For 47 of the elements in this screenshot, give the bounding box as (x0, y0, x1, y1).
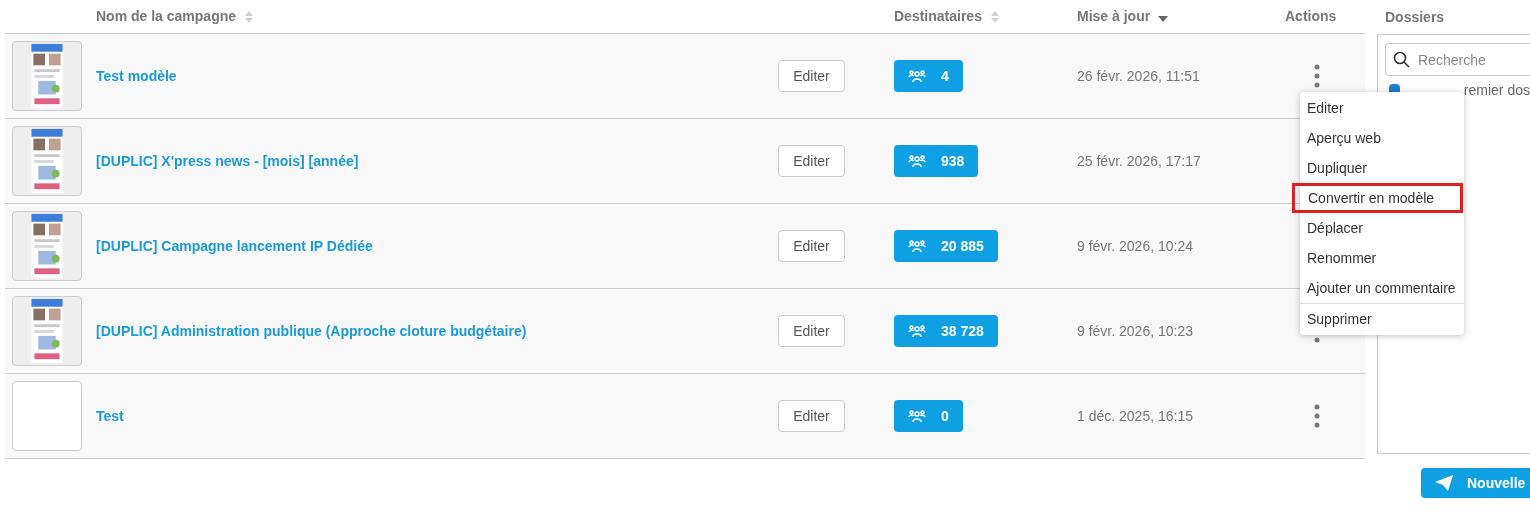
recipients-badge[interactable]: 4 (894, 60, 963, 92)
column-header[interactable]: Nom de la campagne (96, 6, 255, 27)
edit-button[interactable]: Editer (778, 400, 845, 432)
menu-item[interactable]: Editer (1300, 93, 1464, 123)
column-header[interactable]: Actions (1285, 6, 1337, 27)
menu-item[interactable]: Ajouter un commentaire (1300, 273, 1464, 303)
updated-date: 25 févr. 2026, 17:17 (1077, 153, 1201, 169)
people-icon (908, 324, 926, 338)
menu-item[interactable]: Dupliquer (1300, 153, 1464, 183)
new-campaign-button[interactable]: Nouvelle (1421, 468, 1530, 498)
column-header[interactable]: Destinataires (894, 6, 1000, 27)
recipients-badge[interactable]: 0 (894, 400, 963, 432)
send-icon (1435, 475, 1453, 491)
people-icon (908, 239, 926, 253)
edit-button[interactable]: Editer (778, 60, 845, 92)
menu-item[interactable]: Supprimer (1300, 304, 1464, 334)
updated-date: 1 déc. 2025, 16:15 (1077, 408, 1193, 424)
menu-item[interactable]: Renommer (1300, 243, 1464, 273)
more-icon (1314, 64, 1320, 88)
thumbnail (12, 381, 82, 451)
recipients-badge[interactable]: 38 728 (894, 315, 998, 347)
recipients-badge[interactable]: 938 (894, 145, 979, 177)
updated-date: 26 févr. 2026, 11:51 (1077, 68, 1200, 84)
campaign-name-link[interactable]: Test modèle (96, 68, 177, 84)
panel-title: Dossiers (1384, 7, 1446, 27)
campaign-name-link[interactable]: [DUPLIC] X'press news - [mois] [année] (96, 153, 359, 169)
edit-button[interactable]: Editer (778, 315, 845, 347)
edit-button[interactable]: Editer (778, 230, 845, 262)
recipients-badge[interactable]: 20 885 (894, 230, 998, 262)
people-icon (908, 69, 926, 83)
campaign-name-link[interactable]: Test (96, 408, 124, 424)
sort-descending-icon[interactable] (1158, 15, 1169, 22)
search-field[interactable]: Recherche (1385, 43, 1530, 76)
people-icon (908, 154, 926, 168)
edit-button[interactable]: Editer (778, 145, 845, 177)
menu-item[interactable]: Aperçu web (1300, 123, 1464, 153)
search-icon (1393, 51, 1410, 68)
menu-item[interactable]: Convertir en modèle (1292, 183, 1463, 213)
menu-item[interactable]: Déplacer (1300, 213, 1464, 243)
campaign-name-link[interactable]: [DUPLIC] Campagne lancement IP Dédiée (96, 238, 373, 254)
more-icon (1314, 404, 1320, 428)
folder-label[interactable]: remier dos (1463, 80, 1530, 101)
campaign-name-link[interactable]: [DUPLIC] Administration publique (Approche cloture budgétaire) (96, 323, 527, 339)
updated-date: 9 févr. 2026, 10:23 (1077, 323, 1193, 339)
updated-date: 9 févr. 2026, 10:24 (1077, 238, 1193, 254)
people-icon (908, 409, 926, 423)
column-header[interactable]: Mise à jour (1077, 6, 1169, 27)
